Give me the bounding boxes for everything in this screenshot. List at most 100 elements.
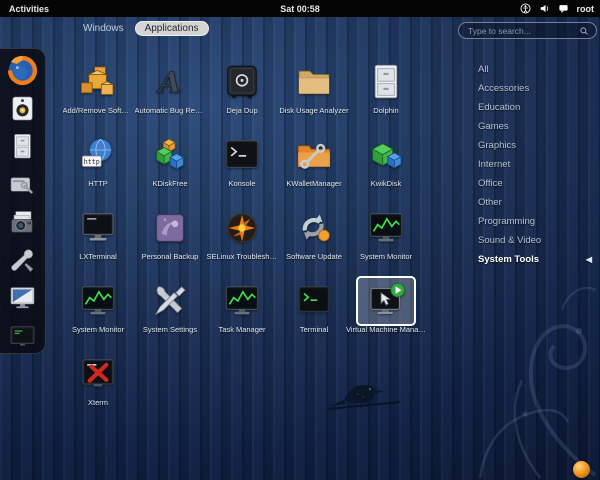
category-other[interactable]: Other ◀ bbox=[478, 193, 596, 212]
sysmon-icon bbox=[78, 281, 118, 321]
globe-http-icon: http bbox=[78, 135, 118, 175]
activities-button[interactable]: Activities bbox=[0, 4, 58, 14]
app-label: KDiskFree bbox=[152, 179, 187, 188]
dock-item-system-tools[interactable] bbox=[4, 244, 42, 276]
dock-item-media-player[interactable] bbox=[4, 92, 42, 124]
dock-item-screenshot-tool[interactable] bbox=[4, 320, 42, 352]
app-tile-virtual-machine-manager[interactable]: Virtual Machine Manager bbox=[350, 277, 422, 350]
app-label: KWalletManager bbox=[286, 179, 341, 188]
konsole-icon bbox=[222, 135, 262, 175]
category-education[interactable]: Education ◀ bbox=[478, 98, 596, 117]
dock-item-firefox[interactable] bbox=[4, 54, 42, 86]
app-label: Xterm bbox=[88, 398, 108, 407]
app-tile-task-manager[interactable]: Task Manager bbox=[206, 277, 278, 350]
app-tile-software-update[interactable]: Software Update bbox=[278, 204, 350, 277]
sysmon-icon bbox=[366, 208, 406, 248]
tab-windows[interactable]: Windows bbox=[83, 23, 124, 34]
app-label: System Monitor bbox=[360, 252, 412, 261]
svg-text:A: A bbox=[156, 65, 181, 99]
app-tile-lxterminal[interactable]: LXTerminal bbox=[62, 204, 134, 277]
toolbox-icon bbox=[294, 135, 334, 175]
floral-flourish bbox=[480, 288, 596, 478]
xterm-icon bbox=[78, 354, 118, 394]
app-tile-selinux-troubleshooter[interactable]: SELinux Troubleshooter bbox=[206, 204, 278, 277]
category-system-tools[interactable]: System Tools ◀ bbox=[478, 250, 596, 269]
app-tile-kdiskfree[interactable]: KDiskFree bbox=[134, 131, 206, 204]
app-label: Automatic Bug Report... bbox=[135, 106, 206, 115]
app-label: Software Update bbox=[286, 252, 342, 261]
app-label: LXTerminal bbox=[79, 252, 117, 261]
search-input[interactable] bbox=[466, 25, 579, 37]
screenshot-icon bbox=[8, 322, 37, 351]
app-label: Task Manager bbox=[218, 325, 265, 334]
folder-icon bbox=[294, 62, 334, 102]
app-label: Terminal bbox=[300, 325, 328, 334]
app-tile-konsole[interactable]: Konsole bbox=[206, 131, 278, 204]
file-cabinet-icon bbox=[366, 62, 406, 102]
disk-utility-icon bbox=[8, 170, 37, 199]
app-tile-deja-dup[interactable]: Deja Dup bbox=[206, 58, 278, 131]
system-tools-icon bbox=[8, 246, 37, 275]
app-tile-add-remove-software[interactable]: Add/Remove Software bbox=[62, 58, 134, 131]
dock-item-display-settings[interactable] bbox=[4, 282, 42, 314]
sysmon-icon bbox=[222, 281, 262, 321]
cube2-icon bbox=[366, 135, 406, 175]
dock-item-file-manager[interactable] bbox=[4, 130, 42, 162]
display-settings-icon bbox=[8, 284, 37, 313]
app-tile-dolphin[interactable]: Dolphin bbox=[350, 58, 422, 131]
dock-item-disk-utility[interactable] bbox=[4, 168, 42, 200]
status-icons bbox=[520, 3, 569, 14]
packages-icon bbox=[78, 62, 118, 102]
app-label: HTTP bbox=[88, 179, 108, 188]
app-tile-kwalletmanager[interactable]: KWalletManager bbox=[278, 131, 350, 204]
category-graphics[interactable]: Graphics ◀ bbox=[478, 136, 596, 155]
app-label: Add/Remove Software bbox=[63, 106, 134, 115]
app-label: System Settings bbox=[143, 325, 197, 334]
terminal-icon bbox=[294, 281, 334, 321]
app-tile-system-monitor[interactable]: System Monitor bbox=[62, 277, 134, 350]
abrt-icon: A bbox=[150, 62, 190, 102]
status-messaging[interactable] bbox=[558, 3, 569, 14]
user-menu[interactable]: root bbox=[577, 4, 595, 14]
app-tile-terminal[interactable]: Terminal bbox=[278, 277, 350, 350]
selected-category-arrow: ◀ bbox=[586, 250, 592, 269]
app-label: Personal Backup bbox=[142, 252, 199, 261]
app-tile-personal-backup[interactable]: Personal Backup bbox=[134, 204, 206, 277]
search-box[interactable] bbox=[458, 22, 597, 39]
tab-applications[interactable]: Applications bbox=[135, 21, 209, 36]
backup-icon bbox=[150, 208, 190, 248]
app-label: KwikDisk bbox=[371, 179, 401, 188]
selinux-icon bbox=[222, 208, 262, 248]
app-tile-http[interactable]: http HTTP bbox=[62, 131, 134, 204]
category-sound-video[interactable]: Sound & Video ◀ bbox=[478, 231, 596, 250]
app-tile-system-monitor[interactable]: System Monitor bbox=[350, 204, 422, 277]
safe-icon bbox=[222, 62, 262, 102]
volume-icon bbox=[539, 3, 550, 14]
clock[interactable]: Sat 00:58 bbox=[280, 4, 320, 14]
top-bar: Activities Sat 00:58 root bbox=[0, 0, 600, 17]
app-grid: Add/Remove Software A Automatic Bug Repo… bbox=[62, 58, 428, 423]
app-tile-system-settings[interactable]: System Settings bbox=[134, 277, 206, 350]
app-tile-disk-usage-analyzer[interactable]: Disk Usage Analyzer bbox=[278, 58, 350, 131]
dock bbox=[0, 48, 46, 354]
category-programming[interactable]: Programming ◀ bbox=[478, 212, 596, 231]
app-label: Dolphin bbox=[373, 106, 398, 115]
status-accessibility[interactable] bbox=[520, 3, 531, 14]
app-tile-xterm[interactable]: Xterm bbox=[62, 350, 134, 423]
category-accessories[interactable]: Accessories ◀ bbox=[478, 79, 596, 98]
category-office[interactable]: Office ◀ bbox=[478, 174, 596, 193]
dock-item-photo-manager[interactable] bbox=[4, 206, 42, 238]
category-internet[interactable]: Internet ◀ bbox=[478, 155, 596, 174]
status-volume[interactable] bbox=[539, 3, 550, 14]
category-games[interactable]: Games ◀ bbox=[478, 117, 596, 136]
vmm-icon bbox=[366, 281, 406, 321]
view-tabs: Windows Applications bbox=[83, 21, 209, 36]
app-label: Disk Usage Analyzer bbox=[279, 106, 348, 115]
category-all[interactable]: All ◀ bbox=[478, 60, 596, 79]
distro-logo bbox=[573, 461, 590, 478]
status-area: root bbox=[520, 3, 600, 14]
app-label: Konsole bbox=[228, 179, 255, 188]
app-tile-kwikdisk[interactable]: KwikDisk bbox=[350, 131, 422, 204]
photo-manager-icon bbox=[8, 208, 37, 237]
app-tile-automatic-bug-report[interactable]: A Automatic Bug Report... bbox=[134, 58, 206, 131]
